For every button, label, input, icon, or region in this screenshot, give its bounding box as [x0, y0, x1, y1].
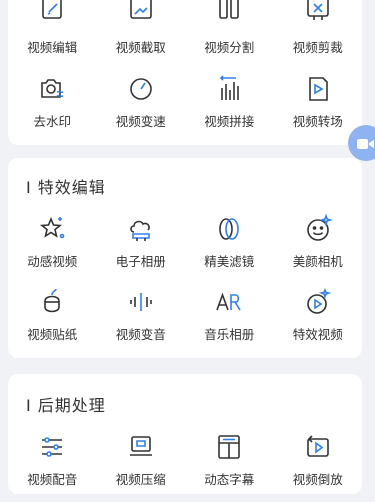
speed-gauge-icon	[126, 74, 156, 104]
ar-icon	[214, 287, 244, 317]
effects-grid: 动感视频 电子相册 精美滤镜 美颜相机 视频贴纸 视频变音 音乐相册 特效视频	[8, 214, 362, 357]
smile-face-icon	[303, 214, 333, 244]
filter-circles-icon	[214, 214, 244, 244]
post-processing-grid: 视频配音 视频压缩 动态字幕 视频倒放	[8, 432, 362, 502]
tool-label: 视频压缩	[115, 472, 166, 487]
section-title: I 特效编辑	[26, 178, 106, 197]
tool-label: 精美滤镜	[204, 254, 255, 269]
subtitle-layout-icon	[214, 432, 244, 462]
tool-remove-watermark[interactable]: 去水印	[8, 74, 97, 144]
tool-video-sticker[interactable]: 视频贴纸	[8, 287, 97, 357]
tool-video-join[interactable]: 视频拼接	[185, 74, 274, 144]
video-join-icon	[214, 74, 244, 104]
tool-video-speed[interactable]: 视频变速	[97, 74, 186, 144]
remove-watermark-icon	[37, 74, 67, 104]
tool-voice-change[interactable]: 视频变音	[97, 287, 186, 357]
cloud-album-icon	[126, 214, 156, 244]
tool-label: 音乐相册	[204, 327, 255, 342]
tool-label: 动态字幕	[204, 472, 255, 487]
tool-dynamic-video[interactable]: 动感视频	[8, 214, 97, 284]
tool-label: 特效视频	[292, 327, 343, 342]
video-camera-icon	[357, 136, 375, 150]
tool-label: 视频剪裁	[292, 40, 343, 55]
tool-filter[interactable]: 精美滤镜	[185, 214, 274, 284]
video-transition-icon	[303, 74, 333, 104]
tool-compress[interactable]: 视频压缩	[97, 432, 186, 502]
reverse-play-icon	[303, 432, 333, 462]
tool-label: 视频变速	[115, 114, 166, 129]
tool-label: 视频分割	[204, 40, 255, 55]
section-title: I 后期处理	[26, 396, 106, 415]
tool-reverse[interactable]: 视频倒放	[274, 432, 363, 502]
tool-label: 视频拼接	[204, 114, 255, 129]
tool-label: 视频配音	[27, 472, 78, 487]
effect-play-icon	[303, 287, 333, 317]
tool-video-crop[interactable]: 视频截取	[97, 0, 186, 70]
post-processing-card: I 后期处理 视频配音 视频压缩 动态字幕 视频倒放	[8, 374, 362, 494]
video-crop-icon	[126, 0, 156, 30]
audio-wave-icon	[126, 287, 156, 317]
tool-label: 动感视频	[27, 254, 78, 269]
video-edit-icon	[37, 0, 67, 30]
tool-video-split[interactable]: 视频分割	[185, 0, 274, 70]
tool-video-transition[interactable]: 视频转场	[274, 74, 363, 144]
tool-effect-video[interactable]: 特效视频	[274, 287, 363, 357]
tool-dynamic-subtitle[interactable]: 动态字幕	[185, 432, 274, 502]
zip-compress-icon	[126, 432, 156, 462]
tool-e-album[interactable]: 电子相册	[97, 214, 186, 284]
tool-label: 美颜相机	[292, 254, 343, 269]
sticker-icon	[37, 287, 67, 317]
tool-label: 视频倒放	[292, 472, 343, 487]
tool-label: 视频编辑	[27, 40, 78, 55]
tool-label: 视频变音	[115, 327, 166, 342]
tool-label: 视频转场	[292, 114, 343, 129]
basic-tools-grid: 视频编辑 视频截取 视频分割 视频剪裁 去水印 视频变速 视频拼接 视频转场	[8, 0, 362, 144]
tool-video-cut[interactable]: 视频剪裁	[274, 0, 363, 70]
floating-video-button[interactable]	[348, 125, 375, 161]
effects-card: I 特效编辑 动感视频 电子相册 精美滤镜 美颜相机 视频贴纸 视频变音 音乐相…	[8, 158, 362, 358]
tool-music-album[interactable]: 音乐相册	[185, 287, 274, 357]
tool-label: 电子相册	[115, 254, 166, 269]
video-cut-icon	[303, 0, 333, 30]
tool-label: 去水印	[33, 114, 71, 129]
tool-video-edit[interactable]: 视频编辑	[8, 0, 97, 70]
basic-tools-card: 视频编辑 视频截取 视频分割 视频剪裁 去水印 视频变速 视频拼接 视频转场	[8, 0, 362, 145]
tool-label: 视频贴纸	[27, 327, 78, 342]
tool-label: 视频截取	[115, 40, 166, 55]
video-split-icon	[214, 0, 244, 30]
sparkle-star-icon	[37, 214, 67, 244]
tool-dubbing[interactable]: 视频配音	[8, 432, 97, 502]
tool-beauty-camera[interactable]: 美颜相机	[274, 214, 363, 284]
sliders-icon	[37, 432, 67, 462]
